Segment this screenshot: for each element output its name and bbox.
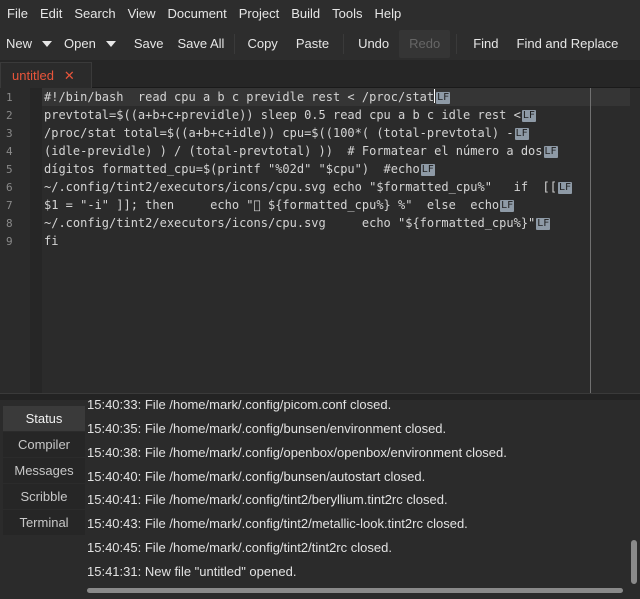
document-tab-label: untitled — [12, 68, 54, 83]
code-line-text: fi — [44, 234, 59, 248]
toolbar-separator — [456, 34, 458, 54]
menu-help[interactable]: Help — [370, 0, 407, 28]
code-text-area[interactable]: #!/bin/bash read cpu a b c previdle rest… — [42, 88, 630, 393]
text-cursor — [434, 89, 436, 103]
tab-compiler[interactable]: Compiler — [3, 432, 85, 457]
new-button[interactable]: New — [2, 30, 36, 58]
message-window: Status Compiler Messages Scribble Termin… — [0, 400, 640, 599]
code-line[interactable]: /proc/stat total=$((a+b+c+idle)) cpu=$((… — [44, 124, 529, 142]
code-line-text: ~/.config/tint2/executors/icons/cpu.svg … — [44, 216, 536, 230]
tab-status[interactable]: Status — [3, 406, 85, 431]
code-line-text: $1 = "-i" ]]; then echo " ${formatted_c… — [44, 198, 500, 212]
tab-scribble[interactable]: Scribble — [3, 484, 85, 509]
line-number: 2 — [6, 109, 13, 122]
long-line-marker — [590, 88, 591, 393]
undo-button[interactable]: Undo — [354, 30, 393, 58]
log-entry: 15:40:35: File /home/mark/.config/bunsen… — [87, 421, 447, 436]
line-number: 8 — [6, 217, 13, 230]
paste-button[interactable]: Paste — [292, 30, 333, 58]
toolbar: New Open Save Save All Copy Paste Undo R… — [0, 28, 640, 60]
log-entry: 15:40:43: File /home/mark/.config/tint2/… — [87, 516, 468, 531]
code-line[interactable]: fi — [44, 232, 58, 250]
code-line[interactable]: $1 = "-i" ]]; then echo " ${formatted_c… — [44, 196, 515, 214]
eol-marker: LF — [536, 218, 551, 230]
eol-marker: LF — [500, 200, 515, 212]
menu-edit[interactable]: Edit — [35, 0, 67, 28]
document-tab[interactable]: untitled ✕ — [0, 62, 92, 88]
tab-messages[interactable]: Messages — [3, 458, 85, 483]
fold-margin[interactable] — [30, 88, 42, 393]
code-line[interactable]: dígitos formatted_cpu=$(printf "%02d" "$… — [44, 160, 435, 178]
eol-marker: LF — [543, 146, 558, 158]
eol-marker: LF — [514, 128, 529, 140]
find-button[interactable]: Find — [469, 30, 502, 58]
toolbar-separator — [343, 34, 345, 54]
eol-marker: LF — [436, 92, 451, 104]
line-number: 6 — [6, 181, 13, 194]
line-number-gutter: 1 2 3 4 5 6 7 8 9 — [0, 88, 30, 393]
message-tabs: Status Compiler Messages Scribble Termin… — [3, 404, 85, 535]
pane-splitter[interactable] — [0, 393, 640, 400]
menu-search[interactable]: Search — [69, 0, 120, 28]
log-entry: 15:41:31: New file "untitled" opened. — [87, 564, 297, 579]
editor-scrollbar[interactable] — [630, 88, 640, 393]
log-vertical-scrollbar[interactable] — [631, 540, 637, 584]
eol-marker: LF — [557, 182, 572, 194]
open-dropdown-arrow-icon[interactable] — [105, 41, 116, 47]
menu-view[interactable]: View — [123, 0, 161, 28]
code-line[interactable]: ~/.config/tint2/executors/icons/cpu.svg … — [44, 178, 572, 196]
menu-file[interactable]: File — [2, 0, 33, 28]
line-number: 3 — [6, 127, 13, 140]
code-line-text: #!/bin/bash read cpu a b c previdle rest… — [44, 90, 435, 104]
code-line-text: ~/.config/tint2/executors/icons/cpu.svg … — [44, 180, 557, 194]
line-number: 5 — [6, 163, 13, 176]
toolbar-separator — [234, 34, 236, 54]
save-all-button[interactable]: Save All — [173, 30, 228, 58]
copy-button[interactable]: Copy — [243, 30, 281, 58]
log-entry: 15:40:45: File /home/mark/.config/tint2/… — [87, 540, 392, 555]
line-number: 9 — [6, 235, 13, 248]
document-tabbar: untitled ✕ — [0, 60, 640, 88]
code-line[interactable]: prevtotal=$((a+b+c+previdle)) sleep 0.5 … — [44, 106, 536, 124]
code-line[interactable]: (idle-previdle) ) / (total-prevtotal) ))… — [44, 142, 558, 160]
close-icon[interactable]: ✕ — [64, 68, 75, 84]
code-line[interactable]: ~/.config/tint2/executors/icons/cpu.svg … — [44, 214, 551, 232]
menu-build[interactable]: Build — [286, 0, 325, 28]
log-entry: 15:40:33: File /home/mark/.config/picom.… — [87, 400, 392, 412]
code-editor[interactable]: 1 2 3 4 5 6 7 8 9 #!/bin/bash read cpu a… — [0, 88, 640, 393]
log-entry: 15:40:38: File /home/mark/.config/openbo… — [87, 445, 507, 460]
find-replace-button[interactable]: Find and Replace — [513, 30, 623, 58]
new-dropdown-arrow-icon[interactable] — [42, 41, 53, 47]
eol-marker: LF — [420, 164, 435, 176]
menu-project[interactable]: Project — [234, 0, 284, 28]
save-button[interactable]: Save — [130, 30, 168, 58]
status-log[interactable]: 15:40:33: File /home/mark/.config/picom.… — [85, 400, 630, 585]
code-line-text: dígitos formatted_cpu=$(printf "%02d" "$… — [44, 162, 420, 176]
eol-marker: LF — [521, 110, 536, 122]
log-horizontal-scrollbar[interactable] — [87, 588, 623, 593]
line-number: 1 — [6, 91, 13, 104]
menubar: File Edit Search View Document Project B… — [0, 0, 640, 28]
log-entry: 15:40:40: File /home/mark/.config/bunsen… — [87, 469, 426, 484]
line-number: 7 — [6, 199, 13, 212]
log-entry: 15:40:41: File /home/mark/.config/tint2/… — [87, 492, 448, 507]
redo-button[interactable]: Redo — [399, 30, 451, 58]
open-button[interactable]: Open — [60, 30, 100, 58]
menu-document[interactable]: Document — [163, 0, 232, 28]
line-number: 4 — [6, 145, 13, 158]
code-line[interactable]: #!/bin/bash read cpu a b c previdle rest… — [44, 88, 451, 106]
menu-tools[interactable]: Tools — [327, 0, 367, 28]
tab-terminal[interactable]: Terminal — [3, 510, 85, 535]
code-line-text: prevtotal=$((a+b+c+previdle)) sleep 0.5 … — [44, 108, 521, 122]
code-line-text: (idle-previdle) ) / (total-prevtotal) ))… — [44, 144, 543, 158]
code-line-text: /proc/stat total=$((a+b+c+idle)) cpu=$((… — [44, 126, 514, 140]
